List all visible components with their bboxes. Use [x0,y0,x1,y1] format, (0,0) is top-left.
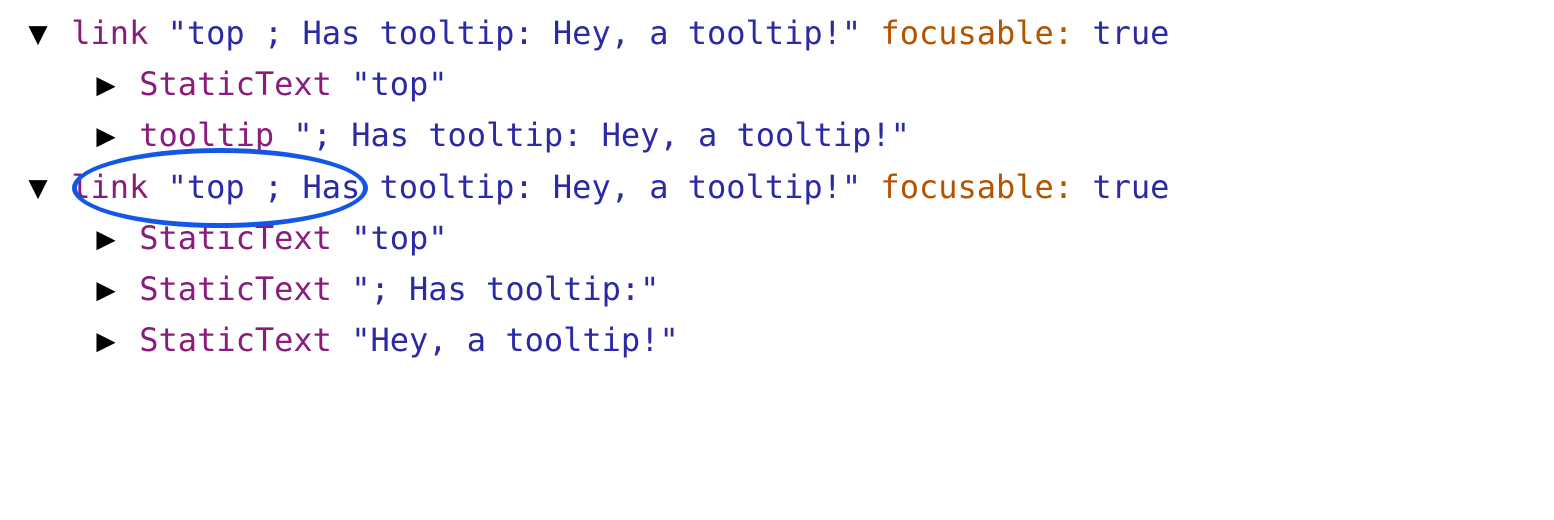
accessible-name: "top ; Has tooltip: Hey, a tooltip!" [168,14,862,52]
role-label: link [71,168,148,206]
accessible-name: "; Has tooltip:" [351,270,659,308]
expand-toggle-closed-icon[interactable]: ▶ [92,213,120,264]
expand-toggle-closed-icon[interactable]: ▶ [92,315,120,366]
tree-row-link-b-child-2[interactable]: ▶ StaticText "; Has tooltip:" [0,264,1554,315]
expand-toggle-open-icon[interactable]: ▼ [24,8,52,59]
accessible-name: "Hey, a tooltip!" [351,321,679,359]
expand-toggle-closed-icon[interactable]: ▶ [92,264,120,315]
role-label: StaticText [139,65,332,103]
property-key: focusable [880,168,1053,206]
role-label: tooltip [139,116,274,154]
tree-row-link-b-child-3[interactable]: ▶ StaticText "Hey, a tooltip!" [0,315,1554,366]
expand-toggle-closed-icon[interactable]: ▶ [92,59,120,110]
tree-row-link-a[interactable]: ▼ link "top ; Has tooltip: Hey, a toolti… [0,8,1554,59]
tree-row-link-a-child-1[interactable]: ▶ StaticText "top" [0,59,1554,110]
property-colon: : [1054,168,1073,206]
accessible-name: "top ; Has tooltip: Hey, a tooltip!" [168,168,862,206]
property-colon: : [1054,14,1073,52]
accessible-name: "top" [351,65,447,103]
tree-row-link-b[interactable]: ▼ link "top ; Has tooltip: Hey, a toolti… [0,162,1554,213]
accessible-name: "; Has tooltip: Hey, a tooltip!" [293,116,910,154]
property-key: focusable [880,14,1053,52]
role-label: StaticText [139,219,332,257]
role-label: StaticText [139,321,332,359]
role-label: StaticText [139,270,332,308]
tree-row-link-a-child-2[interactable]: ▶ tooltip "; Has tooltip: Hey, a tooltip… [0,110,1554,161]
accessible-name: "top" [351,219,447,257]
expand-toggle-open-icon[interactable]: ▼ [24,162,52,213]
property-value: true [1092,168,1169,206]
property-value: true [1092,14,1169,52]
role-label: link [71,14,148,52]
expand-toggle-closed-icon[interactable]: ▶ [92,110,120,161]
tree-row-link-b-child-1[interactable]: ▶ StaticText "top" [0,213,1554,264]
